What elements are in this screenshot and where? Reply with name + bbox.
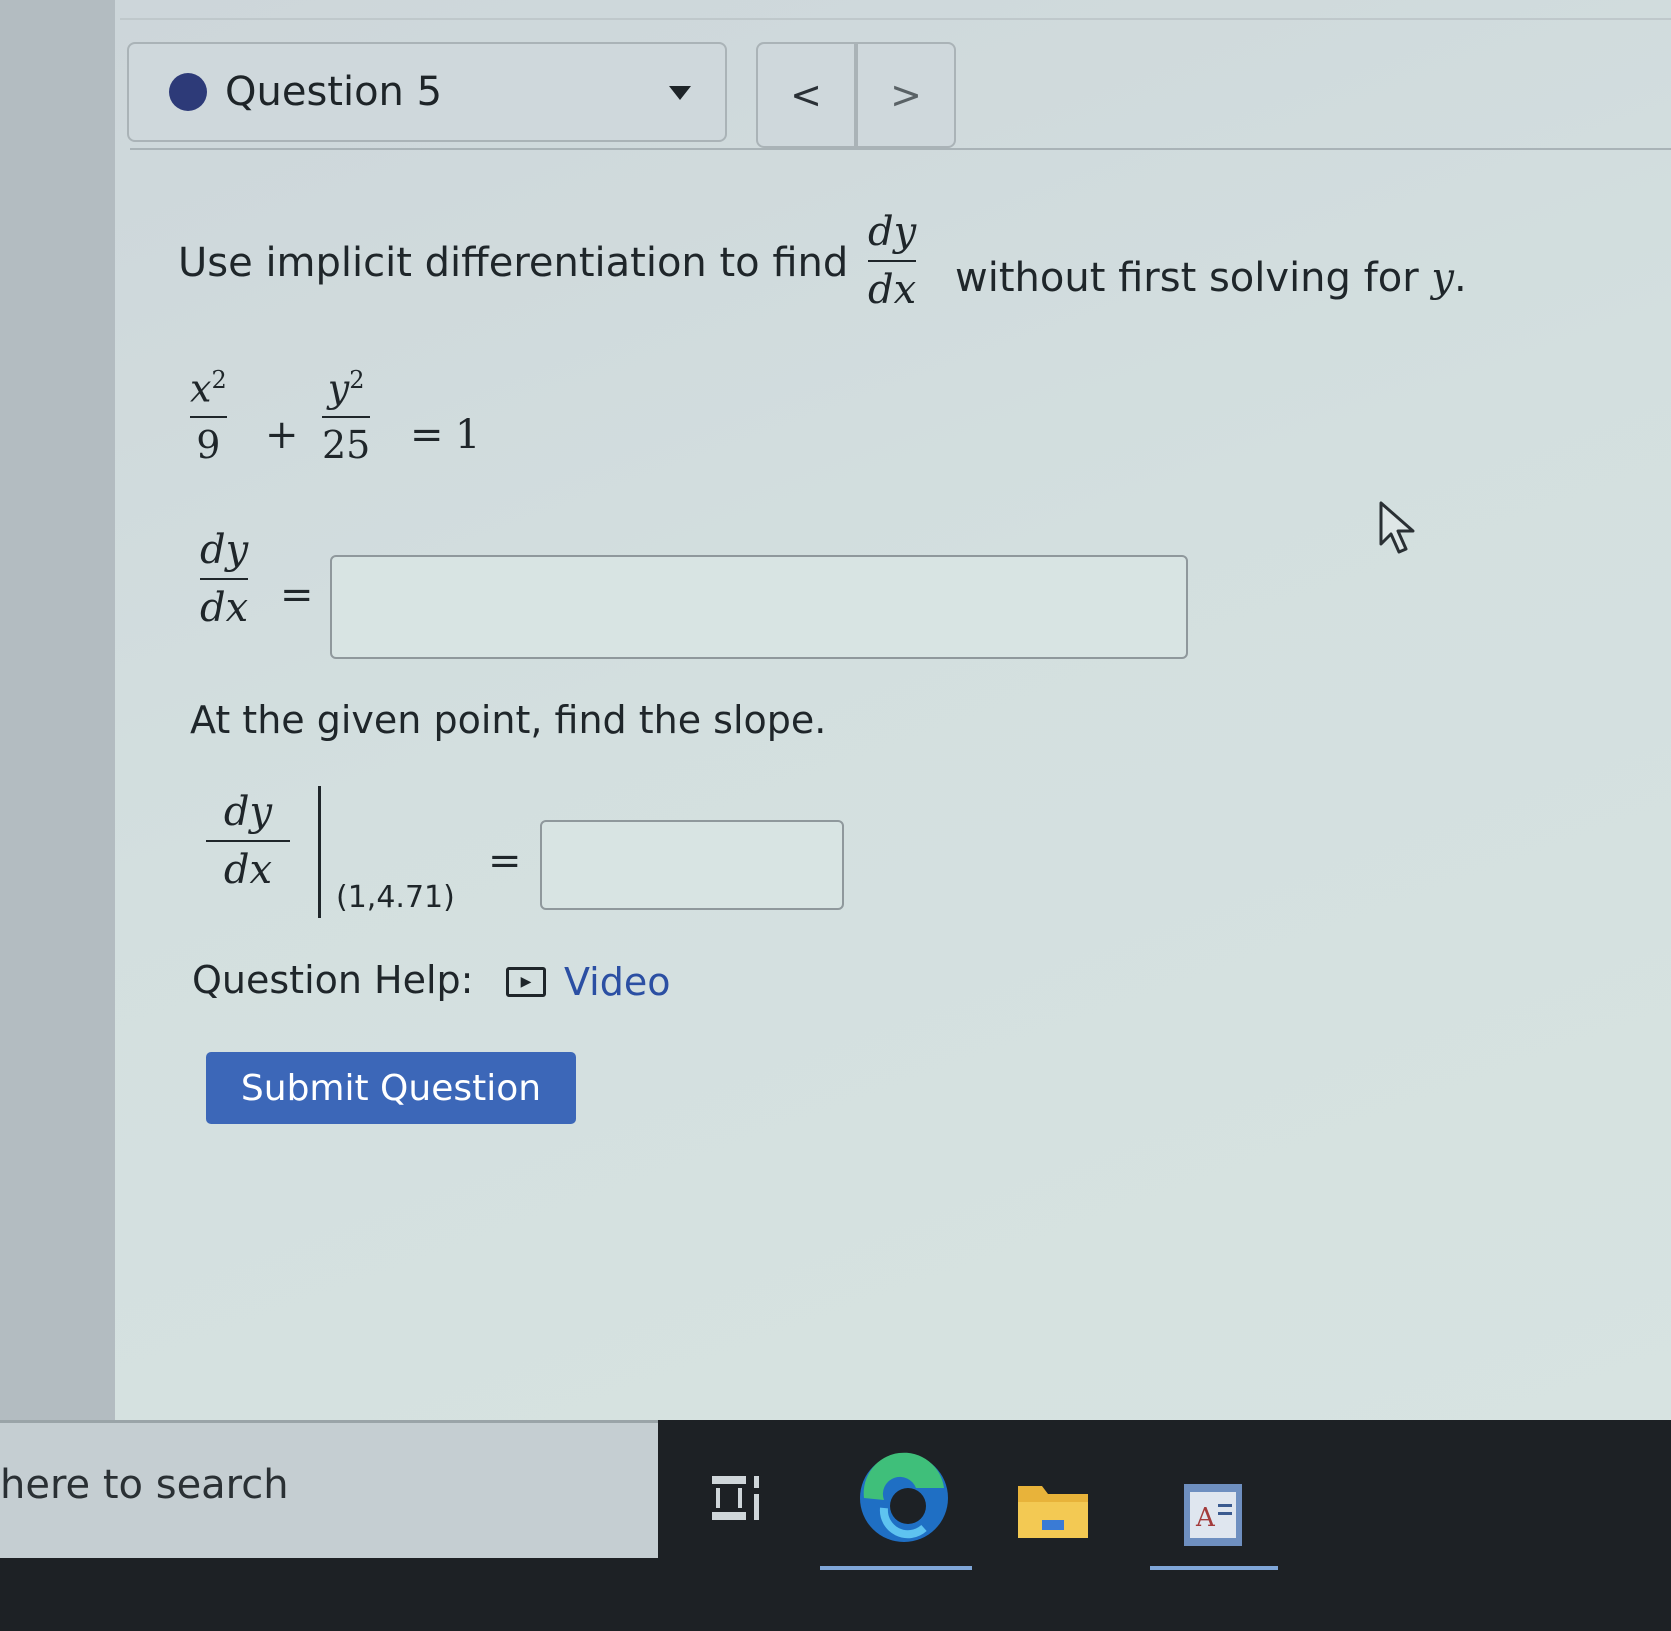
prompt-variable: y	[1431, 255, 1454, 301]
submit-question-button[interactable]: Submit Question	[206, 1052, 576, 1124]
answer2-dy: dy	[223, 789, 273, 835]
fraction-bar	[190, 415, 227, 418]
top-divider	[120, 18, 1671, 20]
video-link-label: Video	[564, 960, 671, 1004]
answer1-equals: =	[280, 572, 314, 618]
play-video-icon: ▶	[506, 967, 546, 997]
term1-var: x	[190, 366, 212, 411]
mouse-cursor-icon	[1379, 501, 1415, 554]
prompt-text-before: Use implicit differentiation to find	[178, 240, 849, 286]
question-prompt: Use implicit differentiation to find	[178, 240, 848, 286]
answer1-derivative: dy dx	[200, 527, 249, 631]
header-divider	[130, 148, 1671, 150]
evaluation-bar	[318, 786, 321, 918]
video-help-link[interactable]: ▶ Video	[506, 960, 670, 1004]
taskbar-search-placeholder: here to search	[0, 1462, 289, 1508]
term2-var: y	[327, 366, 350, 411]
answer1-dy: dy	[200, 527, 249, 573]
equation-term-x: x2 9	[190, 368, 227, 464]
chevron-down-icon[interactable]	[669, 86, 691, 100]
question-prompt-rest: without first solving for y.	[955, 255, 1467, 301]
question-label: Question 5	[225, 69, 443, 115]
evaluation-point: (1,4.71)	[336, 880, 455, 915]
edge-active-indicator	[820, 1566, 972, 1570]
answer1-dx: dx	[200, 585, 249, 631]
term2-denominator: 25	[322, 422, 371, 467]
slope-answer-input[interactable]	[540, 820, 844, 910]
svg-text:A: A	[1195, 1503, 1216, 1533]
task-view-icon[interactable]	[704, 1458, 784, 1538]
answer2-dx: dx	[223, 847, 273, 893]
edge-browser-icon[interactable]	[854, 1448, 954, 1548]
prompt-text-after: without first solving for	[955, 255, 1419, 301]
term1-numerator: x2	[190, 368, 227, 408]
left-sidebar-strip	[0, 0, 118, 1420]
fraction-bar	[868, 260, 917, 262]
question-help-label: Question Help:	[192, 958, 474, 1002]
question-status-dot	[169, 73, 207, 111]
next-question-button[interactable]: >	[856, 42, 956, 148]
prompt-derivative: dy dx	[868, 209, 917, 313]
answer2-equals: =	[488, 838, 522, 884]
fraction-bar	[206, 840, 290, 842]
word-app-icon[interactable]: A	[1182, 1482, 1244, 1548]
file-explorer-icon[interactable]	[1016, 1476, 1090, 1540]
previous-question-button[interactable]: <	[756, 42, 856, 148]
derivative-answer-input[interactable]	[330, 555, 1188, 659]
equation-term-y: y2 25	[322, 368, 371, 467]
equation-rhs: 1	[455, 412, 481, 458]
question-selector[interactable]: Question 5	[127, 42, 727, 142]
prompt-period: .	[1453, 255, 1467, 301]
term1-exponent: 2	[211, 366, 227, 394]
slope-prompt: At the given point, find the slope.	[190, 698, 827, 742]
term2-numerator: y2	[328, 368, 365, 408]
prompt-dx: dx	[868, 267, 917, 313]
prompt-dy: dy	[868, 209, 917, 255]
fraction-bar	[322, 415, 371, 418]
term2-exponent: 2	[349, 366, 365, 394]
plus-sign: +	[265, 412, 299, 458]
equals-sign: =	[410, 412, 444, 458]
fraction-bar	[200, 578, 249, 580]
word-active-indicator	[1150, 1566, 1278, 1570]
answer2-derivative: dy dx	[206, 792, 290, 890]
term1-denominator: 9	[196, 422, 221, 467]
